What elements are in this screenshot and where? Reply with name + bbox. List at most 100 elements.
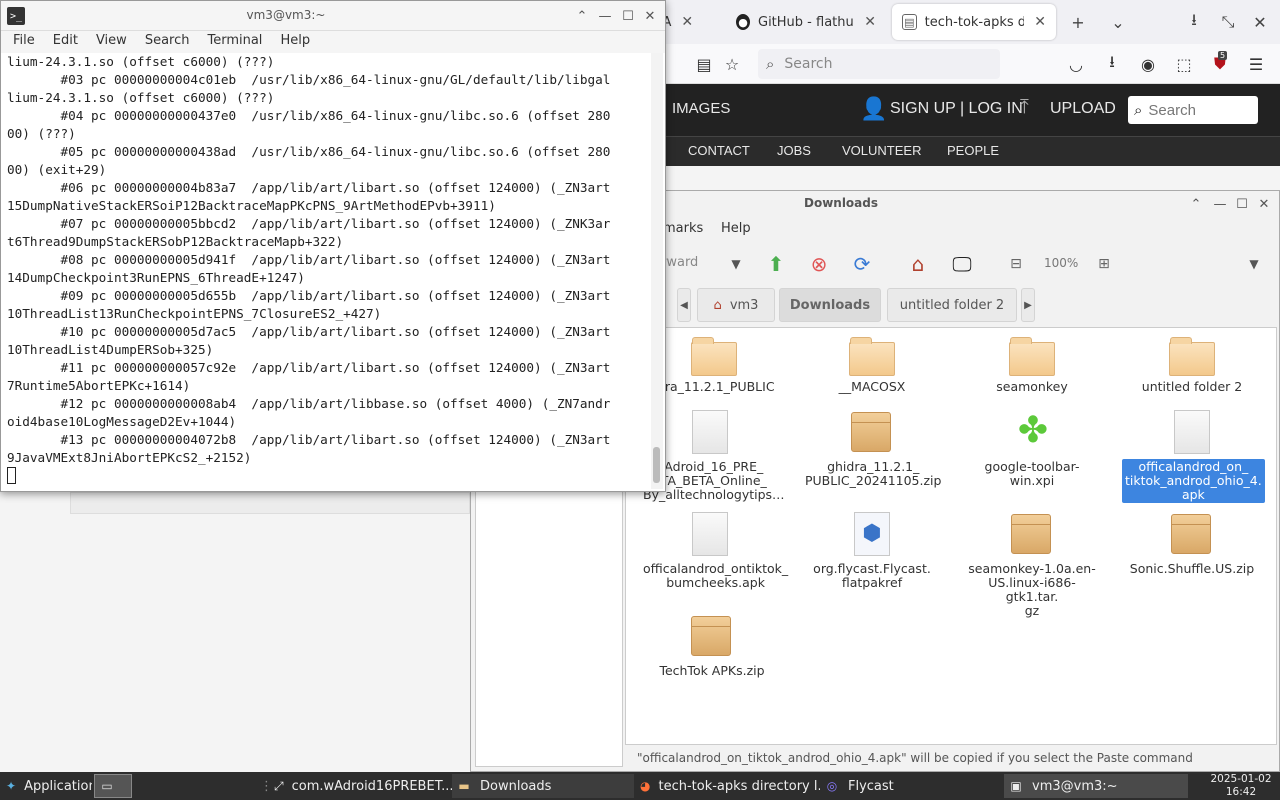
archive-icon — [1171, 514, 1211, 554]
chevron-up-icon[interactable]: ⌃ — [1187, 195, 1205, 213]
file-item-selected[interactable]: officalandrod_on_ tiktok_androd_ohio_4. … — [1122, 410, 1265, 503]
terminal-output[interactable]: lium-24.3.1.so (offset c6000) (???) #03 … — [7, 53, 653, 487]
taskbar-item-flycast[interactable]: ◎ Flycast — [820, 774, 1004, 798]
menu-help[interactable]: Help — [715, 219, 757, 239]
terminal-line: #08 pc 00000000005d941f /app/lib/art/lib… — [7, 252, 611, 267]
zoom-level: 100% — [1044, 256, 1079, 270]
file-item[interactable]: seamonkey-1.0a.en- US.linux-i686-gtk1.ta… — [962, 512, 1102, 619]
file-item[interactable]: TechTok APKs.zip — [642, 614, 782, 679]
menu-edit[interactable]: Edit — [47, 31, 84, 53]
menu-help[interactable]: Help — [274, 31, 316, 53]
file-item[interactable]: ⬢ org.flycast.Flycast. flatpakref — [802, 512, 942, 591]
close-tab-icon[interactable]: ✕ — [1034, 14, 1046, 30]
taskbar-item-adroid[interactable]: ⤢ com.wAdroid16PREBET... — [270, 774, 452, 798]
breadcrumb-vm3[interactable]: ⌂ vm3 — [697, 288, 775, 322]
chevron-up-icon[interactable]: ⌃ — [573, 7, 591, 25]
file-item[interactable]: Sonic.Shuffle.US.zip — [1122, 512, 1262, 577]
nav-jobs[interactable]: JOBS — [777, 143, 811, 158]
site-search-input[interactable]: ⌕ Search — [1128, 96, 1258, 124]
nav-volunteer[interactable]: VOLUNTEER — [842, 143, 921, 158]
taskbar-item-terminal[interactable]: ▣ vm3@vm3:~ — [1004, 774, 1188, 798]
minimize-icon[interactable]: ⭳ — [1182, 10, 1206, 34]
tab-list-chevron-icon[interactable]: ⌄ — [1106, 10, 1130, 34]
applications-menu[interactable]: ✦ Applications — [2, 774, 92, 798]
scrollbar-thumb[interactable] — [653, 447, 660, 483]
taskbar-item-firefox[interactable]: ◕ tech-tok-apks directory l... — [636, 774, 820, 798]
file-name: officalandrod_on_ tiktok_androd_ohio_4. … — [1122, 459, 1265, 503]
forward-button[interactable]: rward — [661, 255, 698, 270]
maximize-icon[interactable]: ☐ — [1233, 195, 1251, 213]
stop-icon[interactable]: ⊗ — [806, 251, 832, 277]
file-name: __MACOSX — [838, 379, 906, 394]
nav-people[interactable]: PEOPLE — [947, 143, 999, 158]
menu-icon[interactable]: ☰ — [1244, 52, 1268, 76]
nav-contact[interactable]: CONTACT — [688, 143, 750, 158]
reader-view-icon[interactable]: ▤ — [692, 52, 716, 76]
account-icon[interactable]: ◉ — [1136, 52, 1160, 76]
menu-view[interactable]: View — [90, 31, 133, 53]
minimize-icon[interactable]: — — [596, 7, 614, 25]
computer-icon[interactable]: 🖵 — [949, 251, 975, 277]
view-menu-chevron-icon[interactable]: ▼ — [1241, 251, 1267, 277]
maximize-icon[interactable]: ☐ — [619, 7, 637, 25]
close-icon[interactable]: ✕ — [1255, 195, 1273, 213]
minimize-icon[interactable]: — — [1211, 195, 1229, 213]
close-icon[interactable]: ✕ — [641, 7, 659, 25]
menu-terminal[interactable]: Terminal — [201, 31, 268, 53]
tab-tech-tok-apks[interactable]: ▤ tech-tok-apks direc ✕ — [892, 4, 1056, 40]
file-item[interactable]: __MACOSX — [802, 336, 942, 395]
breadcrumb-untitled-folder-2[interactable]: untitled folder 2 — [887, 288, 1017, 322]
firefox-icon: ◕ — [640, 779, 651, 793]
upload-link[interactable]: UPLOAD — [1050, 100, 1116, 118]
flatpak-icon: ⬢ — [854, 512, 890, 556]
tab-github[interactable]: ● GitHub - flathub/io ✕ — [726, 4, 886, 40]
new-tab-icon[interactable]: + — [1066, 10, 1090, 34]
file-item[interactable]: untitled folder 2 — [1122, 336, 1262, 395]
browser-search-field[interactable]: ⌕ Search — [758, 49, 1000, 79]
file-item[interactable]: officalandrod_ontiktok_ bumcheeks.apk — [640, 512, 788, 591]
home-icon[interactable]: ⌂ — [905, 251, 931, 277]
clock-time: 16:42 — [1225, 786, 1257, 798]
menu-search[interactable]: Search — [139, 31, 196, 53]
pocket-icon[interactable]: ◡ — [1064, 52, 1088, 76]
terminal-line: 10ThreadList4DumpERSob+325) — [7, 342, 214, 357]
images-link[interactable]: IMAGES — [672, 100, 730, 117]
reload-icon[interactable]: ⟳ — [849, 251, 875, 277]
terminal-line: t6Thread9DumpStackERSobP12BacktraceMapb+… — [7, 234, 344, 249]
terminal-window: >_ vm3@vm3:~ ⌃ — ☐ ✕ File Edit View Sear… — [0, 0, 666, 492]
breadcrumb-right-arrow-icon[interactable]: ▶ — [1021, 288, 1035, 322]
close-tab-icon[interactable]: ✕ — [681, 14, 693, 30]
breadcrumb-downloads[interactable]: Downloads — [779, 288, 881, 322]
taskbar-item-downloads[interactable]: ▬ Downloads — [452, 774, 634, 798]
breadcrumb-left-arrow-icon[interactable]: ◀ — [677, 288, 691, 322]
menu-file[interactable]: File — [7, 31, 41, 53]
page-content-box — [70, 492, 470, 514]
terminal-scrollbar[interactable] — [651, 53, 663, 489]
file-item[interactable]: ghidra_11.2.1_ PUBLIC_20241105.zip — [802, 410, 942, 489]
terminal-titlebar[interactable]: >_ vm3@vm3:~ ⌃ — ☐ ✕ — [1, 1, 665, 31]
file-name: untitled folder 2 — [1141, 379, 1243, 394]
up-arrow-icon[interactable]: ⬆ — [763, 251, 789, 277]
tab-label: GitHub - flathub/io — [758, 14, 854, 30]
restore-icon[interactable]: ⤡ — [1216, 10, 1240, 34]
file-item[interactable]: ✤ google-toolbar-win.xpi — [962, 410, 1102, 489]
zoom-out-icon[interactable]: ⊟ — [1003, 251, 1029, 277]
show-desktop-button[interactable]: ▭ — [94, 774, 132, 798]
zoom-in-icon[interactable]: ⊞ — [1091, 251, 1117, 277]
taskbar-item-label: Flycast — [848, 778, 894, 794]
terminal-line: #03 pc 00000000004c01eb /usr/lib/x86_64-… — [7, 72, 611, 87]
signup-login-link[interactable]: SIGN UP | LOG IN — [890, 100, 1023, 118]
terminal-line: 10ThreadList13RunCheckpointEPNS_7Closure… — [7, 306, 382, 321]
clock[interactable]: 2025-01-02 16:42 — [1206, 773, 1276, 799]
close-window-icon[interactable]: ✕ — [1248, 10, 1272, 34]
file-item[interactable]: seamonkey — [962, 336, 1102, 395]
forward-dropdown-icon[interactable]: ▼ — [723, 251, 749, 277]
terminal-cursor — [7, 467, 16, 484]
close-tab-icon[interactable]: ✕ — [864, 14, 876, 30]
downloads-icon[interactable]: ⭳ — [1100, 52, 1124, 76]
file-name: seamonkey — [996, 379, 1068, 394]
bookmark-star-icon[interactable]: ☆ — [720, 52, 744, 76]
extensions-icon[interactable]: ⬚ — [1172, 52, 1196, 76]
file-name: Sonic.Shuffle.US.zip — [1129, 561, 1255, 576]
taskbar-item-label: tech-tok-apks directory l... — [658, 778, 820, 794]
